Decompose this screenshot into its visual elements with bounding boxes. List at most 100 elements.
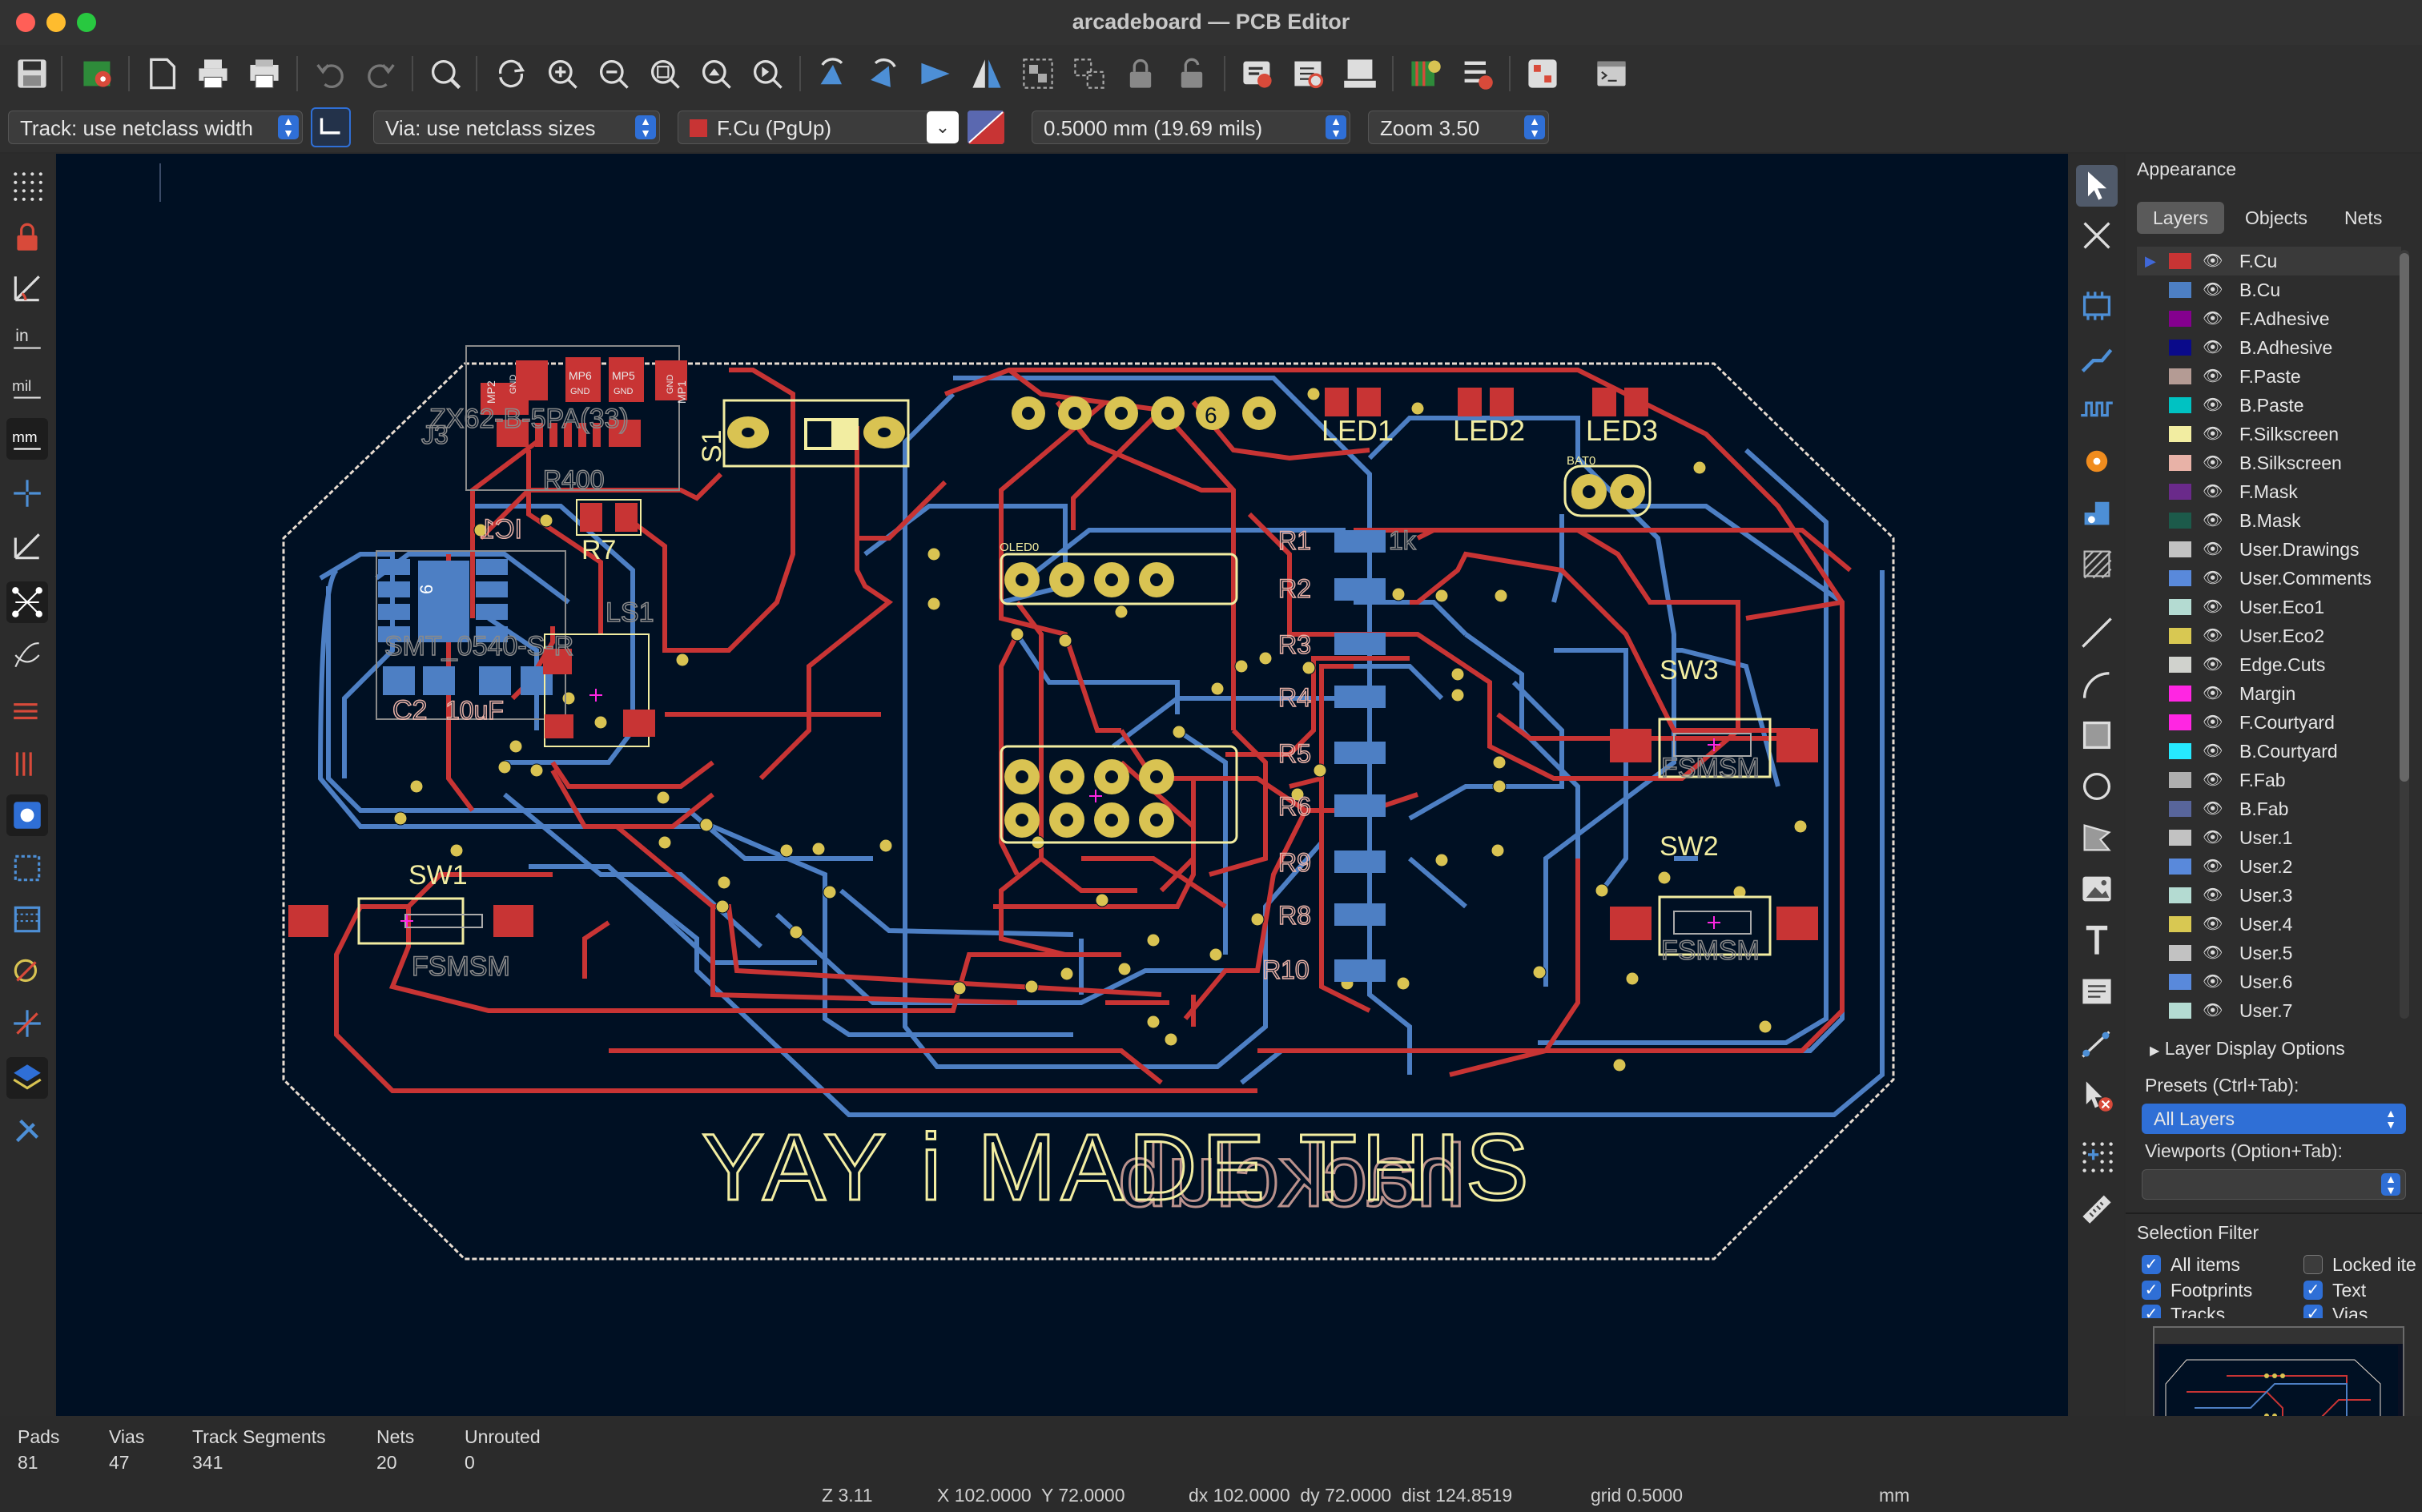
bom-icon[interactable] <box>1456 53 1498 94</box>
select-arrow-icon[interactable] <box>2076 165 2118 207</box>
eye-icon[interactable]: 👁 <box>2203 477 2227 506</box>
eye-icon[interactable]: 👁 <box>2203 708 2227 737</box>
unlock-icon[interactable] <box>1171 53 1213 94</box>
eye-icon[interactable]: 👁 <box>2203 766 2227 794</box>
layer-row[interactable]: 👁 User.3 <box>2137 881 2401 910</box>
add-text-icon[interactable] <box>2076 919 2118 961</box>
layer-row[interactable]: 👁 F.Mask <box>2137 477 2401 506</box>
layer-row[interactable]: 👁 Margin <box>2137 679 2401 708</box>
layer-color-swatch[interactable] <box>2169 570 2191 586</box>
layer-pair-icon[interactable] <box>968 111 1004 144</box>
tab-nets[interactable]: Nets <box>2328 202 2398 234</box>
curved-ratsnest-icon[interactable] <box>6 634 48 676</box>
eye-icon[interactable]: 👁 <box>2203 333 2227 362</box>
layer-display-options-toggle[interactable]: ▶ Layer Display Options <box>2150 1038 2345 1060</box>
drc-icon[interactable] <box>1405 53 1446 94</box>
layer-row[interactable]: 👁 B.Adhesive <box>2137 333 2401 362</box>
find-icon[interactable] <box>424 53 466 94</box>
layer-color-swatch[interactable] <box>2169 426 2191 442</box>
eye-icon[interactable]: 👁 <box>2203 679 2227 708</box>
route-track-icon[interactable] <box>2076 338 2118 380</box>
footprint-editor-icon[interactable] <box>1288 53 1330 94</box>
layer-color-swatch[interactable] <box>2169 686 2191 702</box>
layer-row[interactable]: ▶ 👁 F.Cu <box>2137 247 2401 275</box>
draw-circle-icon[interactable] <box>2076 766 2118 807</box>
eye-icon[interactable]: 👁 <box>2203 420 2227 448</box>
redraw-icon[interactable] <box>490 53 532 94</box>
mil-units-icon[interactable]: mil <box>6 367 48 408</box>
tab-layers[interactable]: Layers <box>2137 202 2225 234</box>
draw-rectangle-icon[interactable] <box>2076 714 2118 756</box>
eye-icon[interactable]: 👁 <box>2203 794 2227 823</box>
netlist-update-icon[interactable] <box>1237 53 1278 94</box>
mm-units-icon[interactable]: mm <box>6 418 48 460</box>
page-settings-icon[interactable] <box>141 53 183 94</box>
layer-color-swatch[interactable] <box>2169 772 2191 788</box>
scripting-icon[interactable] <box>1522 53 1563 94</box>
layer-color-swatch[interactable] <box>2169 743 2191 759</box>
layer-row[interactable]: 👁 B.Cu <box>2137 275 2401 304</box>
save-icon[interactable] <box>11 53 53 94</box>
layer-row[interactable]: 👁 User.7 <box>2137 996 2401 1025</box>
eye-icon[interactable]: 👁 <box>2203 737 2227 766</box>
eye-icon[interactable]: 👁 <box>2203 852 2227 881</box>
eye-icon[interactable]: 👁 <box>2203 564 2227 593</box>
grid-size-select[interactable]: 0.5000 mm (19.69 mils) ▲ ▼ <box>1032 111 1350 144</box>
layer-row[interactable]: 👁 F.Silkscreen <box>2137 420 2401 448</box>
rotate-ccw-icon[interactable] <box>812 53 854 94</box>
layer-color-swatch[interactable] <box>2169 484 2191 500</box>
eye-icon[interactable]: 👁 <box>2203 247 2227 275</box>
layer-color-swatch[interactable] <box>2169 541 2191 557</box>
zoom-fit-icon[interactable] <box>644 53 686 94</box>
layer-row[interactable]: 👁 Edge.Cuts <box>2137 650 2401 679</box>
layer-color-swatch[interactable] <box>2169 282 2191 298</box>
plot-icon[interactable] <box>243 53 285 94</box>
layer-color-swatch[interactable] <box>2169 340 2191 356</box>
layer-row[interactable]: 👁 User.Drawings <box>2137 535 2401 564</box>
layer-scrollbar-thumb[interactable] <box>2400 253 2409 782</box>
delete-tool-icon[interactable] <box>2076 1075 2118 1116</box>
layer-row[interactable]: 👁 User.5 <box>2137 939 2401 967</box>
add-dimension-icon[interactable] <box>2076 1023 2118 1065</box>
zoom-selection-icon[interactable] <box>746 53 788 94</box>
layer-color-swatch[interactable] <box>2169 628 2191 644</box>
eye-icon[interactable]: 👁 <box>2203 910 2227 939</box>
highlight-net-icon[interactable] <box>6 689 48 730</box>
zoom-out-icon[interactable] <box>593 53 634 94</box>
layer-row[interactable]: 👁 F.Paste <box>2137 362 2401 391</box>
eye-icon[interactable]: 👁 <box>2203 275 2227 304</box>
eye-icon[interactable]: 👁 <box>2203 650 2227 679</box>
layer-color-swatch[interactable] <box>2169 455 2191 471</box>
layer-color-swatch[interactable] <box>2169 714 2191 730</box>
filter-text[interactable]: ✓ Text <box>2303 1278 2366 1302</box>
measure-tool-icon[interactable] <box>2076 1187 2118 1228</box>
layer-color-swatch[interactable] <box>2169 1003 2191 1019</box>
ratsnest-icon[interactable] <box>6 581 48 623</box>
layers-manager-icon[interactable] <box>6 1057 48 1099</box>
layer-color-swatch[interactable] <box>2169 801 2191 817</box>
layer-row[interactable]: 👁 User.6 <box>2137 967 2401 996</box>
print-icon[interactable] <box>192 53 234 94</box>
lock-icon[interactable] <box>1120 53 1161 94</box>
eye-icon[interactable]: 👁 <box>2203 823 2227 852</box>
presets-select[interactable]: All Layers ▲ ▼ <box>2142 1104 2406 1134</box>
cursor-crosshair-icon[interactable] <box>6 472 48 514</box>
zone-fill-icon[interactable] <box>6 899 48 940</box>
track-display-icon[interactable] <box>6 742 48 783</box>
layer-row[interactable]: 👁 User.1 <box>2137 823 2401 852</box>
grid-lock-icon[interactable] <box>6 216 48 258</box>
draw-arc-icon[interactable] <box>2076 663 2118 705</box>
layer-color-swatch[interactable] <box>2169 916 2191 932</box>
zoom-select[interactable]: Zoom 3.50 ▲ ▼ <box>1368 111 1549 144</box>
eye-icon[interactable]: 👁 <box>2203 535 2227 564</box>
add-footprint-icon[interactable] <box>2076 285 2118 327</box>
eye-icon[interactable]: 👁 <box>2203 621 2227 650</box>
layer-row[interactable]: 👁 B.Mask <box>2137 506 2401 535</box>
layer-color-swatch[interactable] <box>2169 397 2191 413</box>
ungroup-icon[interactable] <box>1068 53 1110 94</box>
filter-vias[interactable]: ✓ Vias <box>2303 1302 2368 1318</box>
layer-row[interactable]: 👁 B.Paste <box>2137 391 2401 420</box>
via-display-icon[interactable] <box>6 794 48 836</box>
layer-row[interactable]: 👁 B.Fab <box>2137 794 2401 823</box>
eye-icon[interactable]: 👁 <box>2203 939 2227 967</box>
